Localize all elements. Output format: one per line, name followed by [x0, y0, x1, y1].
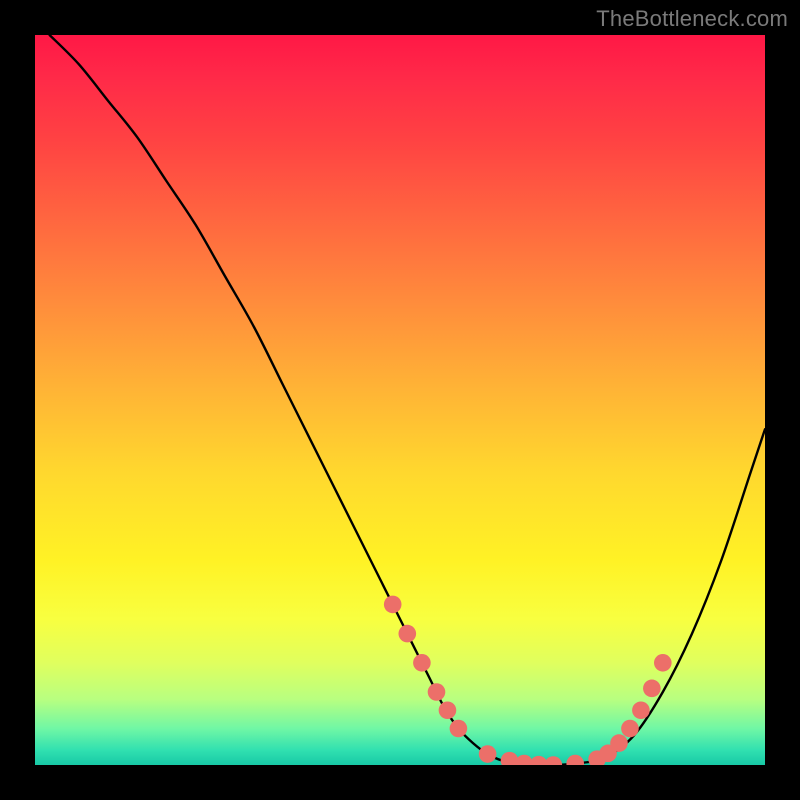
- watermark-text: TheBottleneck.com: [596, 6, 788, 32]
- highlight-dot: [621, 720, 639, 738]
- highlight-dot: [610, 734, 628, 752]
- highlight-dot: [384, 596, 402, 614]
- chart-stage: TheBottleneck.com: [0, 0, 800, 800]
- highlight-dot: [654, 654, 672, 672]
- highlight-dot: [545, 756, 563, 765]
- highlight-dot: [479, 745, 497, 763]
- highlight-dot: [643, 680, 661, 698]
- highlight-dot: [413, 654, 431, 672]
- curve-layer: [35, 35, 765, 765]
- highlight-dot: [428, 683, 446, 701]
- highlight-dot: [450, 720, 468, 738]
- highlight-dot: [439, 701, 457, 719]
- highlight-dot: [566, 755, 584, 765]
- plot-area: [35, 35, 765, 765]
- highlight-dot: [399, 625, 417, 643]
- highlight-dot: [632, 701, 650, 719]
- bottleneck-curve: [50, 35, 765, 765]
